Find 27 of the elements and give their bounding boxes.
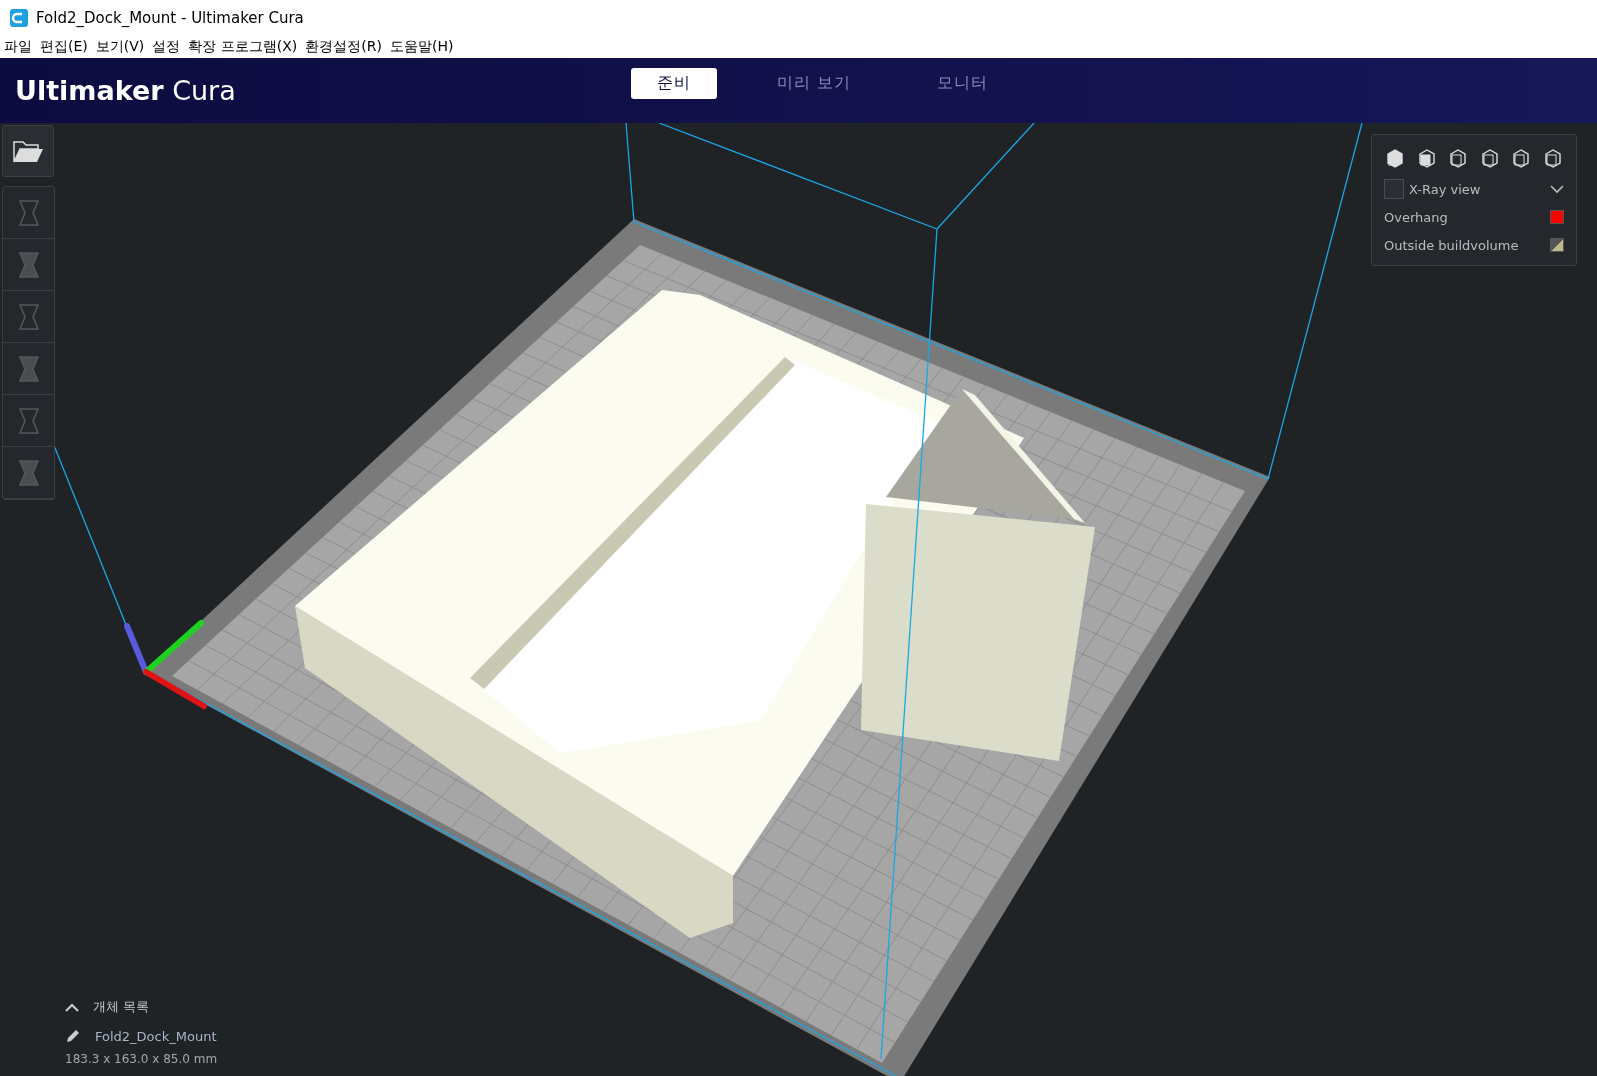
stage-tab[interactable]: 준비	[631, 68, 717, 99]
object-dimensions: 183.3 x 163.0 x 85.0 mm	[65, 1052, 218, 1066]
open-file-button[interactable]	[2, 125, 54, 177]
menu-item[interactable]: 보기(V)	[95, 38, 145, 56]
app-logo: Ultimaker Cura	[15, 75, 236, 106]
legend-label: Outside buildvolume	[1384, 237, 1519, 253]
menu-item[interactable]: 파일	[4, 38, 32, 56]
app-logo-icon	[10, 9, 28, 27]
menu-item[interactable]: 설정	[152, 38, 181, 56]
stage-tab[interactable]: 미리 보기	[751, 68, 878, 99]
cube-icon	[1384, 147, 1406, 169]
chevron-down-icon[interactable]	[1550, 184, 1564, 194]
object-name: Fold2_Dock_Mount	[95, 1028, 217, 1044]
object-list-toggle[interactable]: 개체 목록	[65, 998, 218, 1016]
checkbox[interactable]	[1384, 179, 1404, 199]
xray-checkbox[interactable]: X-Ray view	[1384, 179, 1481, 199]
pencil-icon	[65, 1028, 81, 1044]
folder-icon	[12, 138, 44, 164]
menu-item[interactable]: 환경설정(R)	[305, 38, 382, 56]
menu-item[interactable]: 편집(E)	[40, 38, 88, 56]
xray-label: X-Ray view	[1409, 181, 1481, 197]
menu-item[interactable]: 도움말(H)	[389, 38, 454, 56]
window-title: Fold2_Dock_Mount - Ultimaker Cura	[36, 9, 304, 27]
menu-item[interactable]: 확장 프로그램(X)	[188, 38, 298, 56]
legend-label: Overhang	[1384, 209, 1448, 225]
stage-tab[interactable]: 모니터	[911, 68, 1015, 99]
3d-view-button[interactable]	[1384, 147, 1406, 169]
